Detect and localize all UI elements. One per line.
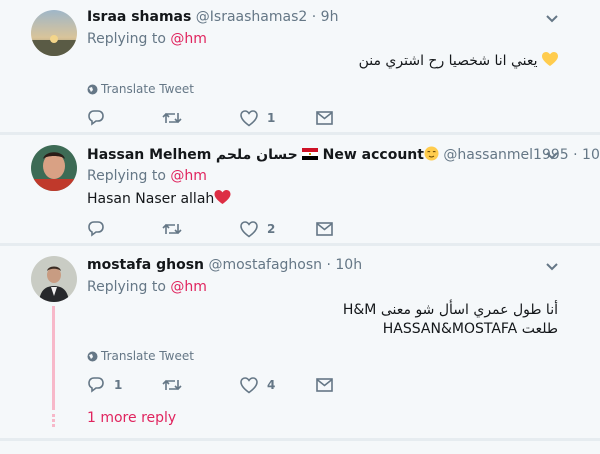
envelope-icon: [316, 111, 333, 125]
envelope-icon: [316, 378, 333, 392]
user-name[interactable]: Hassan Melhem: [87, 147, 211, 163]
like-heart-icon: [240, 220, 258, 237]
reply-button[interactable]: [87, 108, 114, 128]
egypt-flag-icon: [302, 148, 319, 160]
more-replies-link[interactable]: 1 more reply: [87, 410, 176, 426]
user-name-extra[interactable]: New account: [323, 147, 424, 163]
replying-to: Replying to @hm: [87, 168, 207, 184]
chevron-down-icon[interactable]: [544, 11, 560, 27]
tweet-text-line-1: أنا طول عمري اسأل شو معنى H&M: [342, 302, 558, 318]
retweet-button[interactable]: [162, 375, 191, 395]
reply-icon: [88, 221, 104, 237]
yellow-heart-icon: [542, 52, 558, 66]
reply-button[interactable]: 1: [87, 375, 122, 395]
replying-to: Replying to @hm: [87, 279, 207, 295]
reply-button[interactable]: [87, 219, 114, 239]
globe-icon: [87, 84, 98, 95]
like-heart-icon: [240, 376, 258, 393]
avatar[interactable]: [31, 256, 77, 302]
tweet-hassan[interactable]: Hassan Melhem حسان ملحم New account @has…: [0, 135, 600, 243]
reply-icon: [88, 377, 104, 393]
tweet-actions: 2: [87, 219, 347, 239]
like-count: 4: [267, 378, 276, 392]
like-count: 2: [267, 222, 276, 236]
reply-icon: [88, 110, 104, 126]
translate-label[interactable]: Translate Tweet: [101, 82, 194, 96]
replying-label: Replying to: [87, 168, 166, 184]
retweet-icon: [162, 112, 182, 124]
translate-tweet[interactable]: Translate Tweet: [87, 349, 194, 363]
separator-dot: ·: [326, 257, 331, 273]
reply-count: 1: [114, 378, 123, 392]
retweet-button[interactable]: [162, 108, 191, 128]
retweet-icon: [162, 379, 182, 391]
like-button[interactable]: 1: [240, 108, 275, 128]
like-button[interactable]: 4: [240, 375, 275, 395]
thread-dot: [52, 419, 55, 422]
tweet-text-line-2: طلعت HASSAN&MOSTAFA: [382, 321, 558, 337]
timestamp[interactable]: 10h: [335, 257, 362, 273]
translate-label[interactable]: Translate Tweet: [101, 349, 194, 363]
dm-button[interactable]: [316, 219, 333, 239]
user-name-arabic[interactable]: حسان ملحم: [216, 147, 298, 163]
replying-label: Replying to: [87, 31, 166, 47]
like-button[interactable]: 2: [240, 219, 275, 239]
user-handle[interactable]: @Israashamas2: [196, 9, 308, 25]
relieved-face-icon: [424, 146, 439, 161]
translate-tweet[interactable]: Translate Tweet: [87, 82, 194, 96]
mention-link[interactable]: @hm: [170, 31, 207, 47]
dm-button[interactable]: [316, 108, 333, 128]
globe-icon: [87, 351, 98, 362]
timestamp[interactable]: 10h: [582, 147, 600, 163]
avatar[interactable]: [31, 10, 77, 56]
tweet-actions: 1 4: [87, 375, 347, 395]
tweet-text-content: Hasan Naser allah: [87, 191, 215, 207]
user-handle[interactable]: @mostafaghosn: [208, 257, 322, 273]
retweet-icon: [162, 223, 182, 235]
mention-link[interactable]: @hm: [170, 168, 207, 184]
separator-dot: ·: [573, 147, 578, 163]
replying-to: Replying to @hm: [87, 31, 207, 47]
mention-link[interactable]: @hm: [170, 279, 207, 295]
user-name[interactable]: mostafa ghosn: [87, 257, 204, 273]
dm-button[interactable]: [316, 375, 333, 395]
thread-line: [52, 306, 55, 410]
thread-dot: [52, 424, 55, 427]
chevron-down-icon[interactable]: [544, 148, 560, 164]
replying-label: Replying to: [87, 279, 166, 295]
tweet-text: يعني انا شخصيا رح اشتري منن: [359, 52, 558, 69]
user-name[interactable]: Israa shamas: [87, 9, 191, 25]
like-count: 1: [267, 111, 276, 125]
chevron-down-icon[interactable]: [544, 259, 560, 275]
tweet-actions: 1: [87, 108, 347, 128]
envelope-icon: [316, 222, 333, 236]
red-heart-icon: [214, 190, 231, 204]
tweet-text: Hasan Naser allah: [87, 190, 231, 207]
timestamp[interactable]: 9h: [321, 9, 339, 25]
tweet-israa[interactable]: Israa shamas @Israashamas2 · 9h Replying…: [0, 0, 600, 132]
thread-dot: [52, 414, 55, 417]
separator-dot: ·: [311, 9, 317, 25]
retweet-button[interactable]: [162, 219, 191, 239]
next-tweet-edge: [0, 441, 600, 454]
tweet-text-content: يعني انا شخصيا رح اشتري منن: [358, 53, 538, 69]
like-heart-icon: [240, 109, 258, 126]
avatar[interactable]: [31, 145, 77, 191]
